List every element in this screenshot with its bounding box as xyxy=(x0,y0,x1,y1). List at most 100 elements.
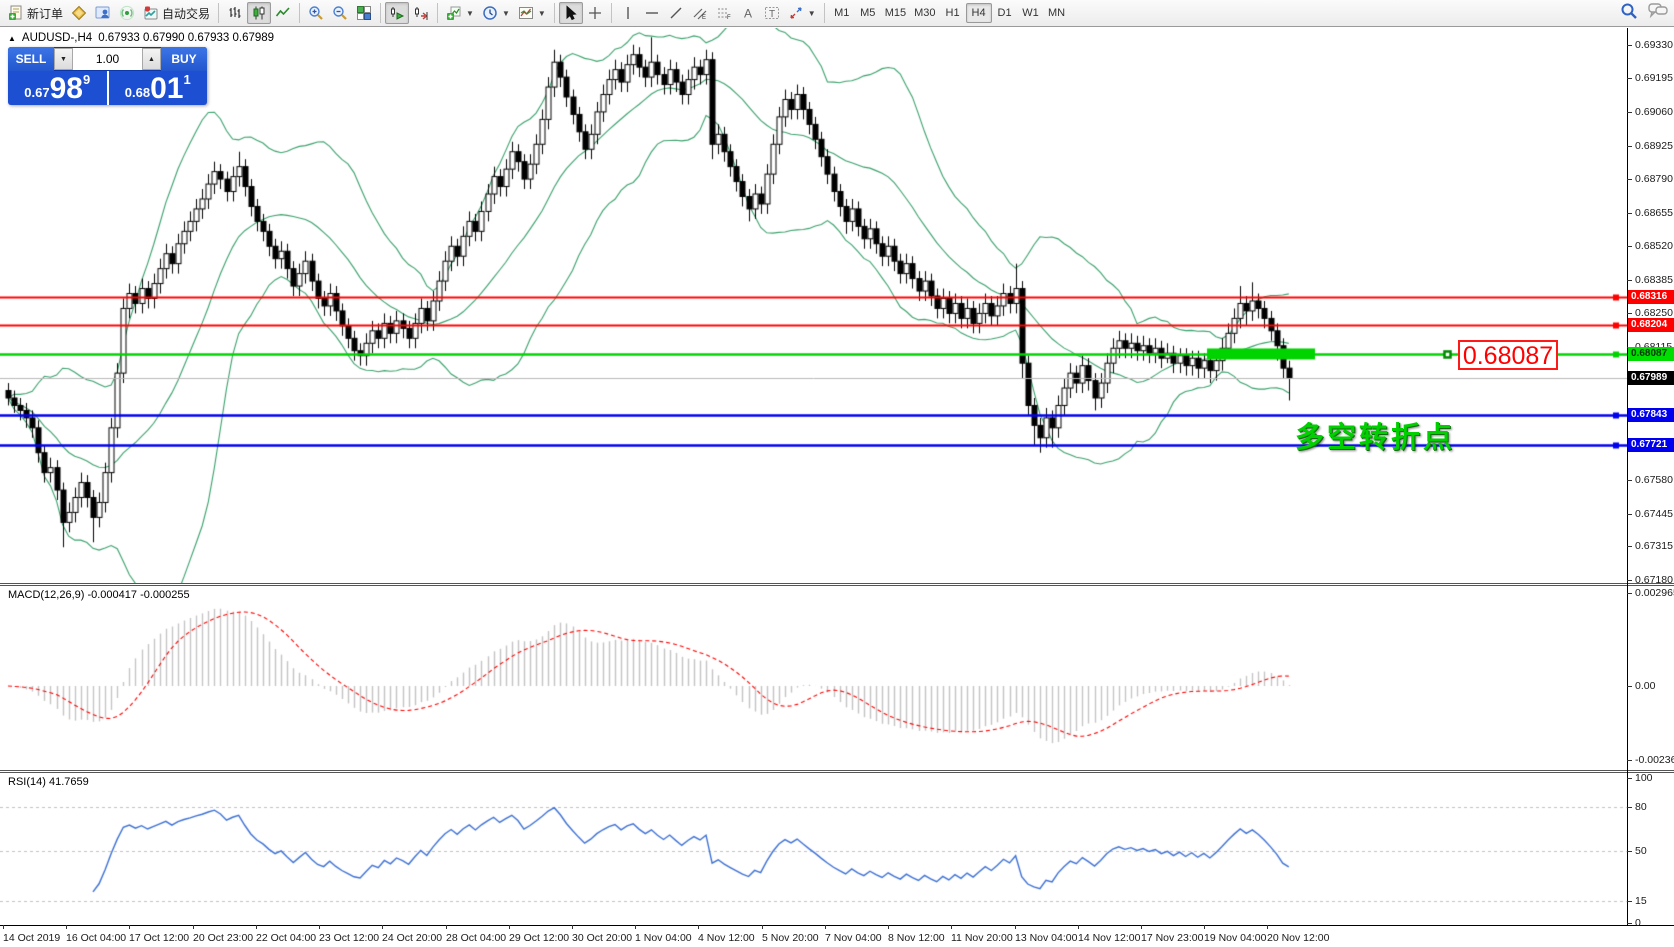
crosshair-button[interactable] xyxy=(583,2,607,24)
time-axis-tick xyxy=(382,925,383,929)
profiles-button[interactable] xyxy=(91,2,115,24)
candlestick-chart-icon xyxy=(251,5,267,21)
price-tick-label: 0.68655 xyxy=(1635,207,1673,219)
rsi-tick xyxy=(1627,923,1632,924)
price-tag: 0.68087 xyxy=(1628,347,1674,361)
timeframe-h1-button[interactable]: H1 xyxy=(940,3,966,23)
rsi-indicator-pane[interactable] xyxy=(0,772,1627,925)
timeframe-w1-button[interactable]: W1 xyxy=(1018,3,1044,23)
turning-point-annotation[interactable]: 多空转折点 xyxy=(1295,414,1455,456)
vertical-line-button[interactable] xyxy=(616,2,640,24)
zoom-out-icon xyxy=(332,5,348,21)
sell-button[interactable]: SELL xyxy=(8,47,54,71)
text-label-button[interactable]: T xyxy=(760,2,784,24)
dropdown-caret-icon: ▼ xyxy=(808,9,816,18)
autotrading-button[interactable]: 自动交易 xyxy=(139,2,214,24)
pane-divider[interactable] xyxy=(0,770,1674,773)
time-axis-tick xyxy=(951,925,952,929)
zoom-in-button[interactable] xyxy=(304,2,328,24)
sell-price-big: 98 xyxy=(50,75,83,103)
price-tick xyxy=(1627,546,1632,547)
text-label-icon: T xyxy=(764,5,780,21)
templates-button[interactable]: ▼ xyxy=(514,2,550,24)
trendline-button[interactable] xyxy=(664,2,688,24)
time-axis-label: 30 Oct 20:00 xyxy=(572,932,632,944)
volume-increase-button[interactable]: ▲ xyxy=(142,48,161,70)
volume-decrease-button[interactable]: ▼ xyxy=(54,48,73,70)
metaeditor-button[interactable] xyxy=(67,2,91,24)
dropdown-caret-icon: ▼ xyxy=(502,9,510,18)
new-order-label: 新订单 xyxy=(27,5,63,22)
macd-tick-label: -0.002363 xyxy=(1635,754,1674,766)
timeframe-m15-button[interactable]: M15 xyxy=(881,3,910,23)
time-axis-label: 22 Oct 04:00 xyxy=(256,932,316,944)
time-axis-tick xyxy=(509,925,510,929)
price-tag: 0.68316 xyxy=(1628,290,1674,304)
timeframe-mn-button[interactable]: MN xyxy=(1044,3,1070,23)
text-button[interactable]: A xyxy=(736,2,760,24)
time-axis-label: 13 Nov 04:00 xyxy=(1015,932,1077,944)
timeframe-m30-button[interactable]: M30 xyxy=(910,3,939,23)
crosshair-icon xyxy=(587,5,603,21)
line-chart-button[interactable] xyxy=(271,2,295,24)
arrows-button[interactable]: ▼ xyxy=(784,2,820,24)
volume-value[interactable]: 1.00 xyxy=(73,48,142,70)
signals-button[interactable] xyxy=(115,2,139,24)
zoom-out-button[interactable] xyxy=(328,2,352,24)
buy-price[interactable]: 0.68011 xyxy=(109,71,208,105)
macd-tick xyxy=(1627,686,1632,687)
macd-tick-label: 0.002965 xyxy=(1635,587,1674,599)
price-callout-box[interactable]: 0.68087 xyxy=(1458,340,1558,370)
sell-price[interactable]: 0.67989 xyxy=(8,71,107,105)
templates-icon xyxy=(518,5,534,21)
pane-divider[interactable] xyxy=(0,583,1674,586)
chat-icon[interactable] xyxy=(1648,2,1668,20)
horizontal-line-icon xyxy=(644,5,660,21)
chart-window: 0.693300.691950.690600.689250.687900.686… xyxy=(0,28,1674,947)
search-icon[interactable] xyxy=(1620,2,1638,20)
dropdown-caret-icon: ▼ xyxy=(538,9,546,18)
buy-button[interactable]: BUY xyxy=(161,47,207,71)
timeframe-m1-button[interactable]: M1 xyxy=(829,3,855,23)
symbol-label: ▲ AUDUSD-,H4 0.67933 0.67990 0.67933 0.6… xyxy=(8,32,274,44)
timeframe-d1-button[interactable]: D1 xyxy=(992,3,1018,23)
price-tick-label: 0.67445 xyxy=(1635,508,1673,520)
time-axis-label: 17 Nov 23:00 xyxy=(1141,932,1203,944)
toolbar-separator xyxy=(437,3,438,23)
time-axis-tick xyxy=(1015,925,1016,929)
collapse-triangle-icon[interactable]: ▲ xyxy=(8,34,16,43)
indicators-button[interactable]: ▼ xyxy=(442,2,478,24)
time-axis-tick xyxy=(446,925,447,929)
price-tick-label: 0.67180 xyxy=(1635,574,1673,586)
cursor-button[interactable] xyxy=(559,2,583,24)
timeframe-h4-button[interactable]: H4 xyxy=(966,3,992,23)
time-axis-label: 28 Oct 04:00 xyxy=(446,932,506,944)
macd-tick xyxy=(1627,760,1632,761)
time-axis-label: 23 Oct 12:00 xyxy=(319,932,379,944)
chart-shift-button[interactable] xyxy=(409,2,433,24)
rsi-tick-label: 100 xyxy=(1635,772,1653,784)
channel-button[interactable]: E xyxy=(688,2,712,24)
macd-tick xyxy=(1627,593,1632,594)
rsi-tick-label: 80 xyxy=(1635,801,1647,813)
main-price-chart[interactable] xyxy=(0,28,1627,583)
periods-button[interactable]: ▼ xyxy=(478,2,514,24)
macd-indicator-pane[interactable] xyxy=(0,585,1627,770)
new-order-button[interactable]: 新订单 xyxy=(4,2,67,24)
cursor-icon xyxy=(563,5,579,21)
toolbar-separator xyxy=(611,3,612,23)
timeframe-m5-button[interactable]: M5 xyxy=(855,3,881,23)
bar-chart-button[interactable] xyxy=(223,2,247,24)
candlestick-chart-button[interactable] xyxy=(247,2,271,24)
price-tick-label: 0.67580 xyxy=(1635,474,1673,486)
price-tick xyxy=(1627,280,1632,281)
new-order-icon xyxy=(8,5,24,21)
auto-scroll-button[interactable] xyxy=(385,2,409,24)
horizontal-line-button[interactable] xyxy=(640,2,664,24)
fibonacci-button[interactable]: F xyxy=(712,2,736,24)
rsi-tick xyxy=(1627,851,1632,852)
price-tick xyxy=(1627,313,1632,314)
tile-windows-button[interactable] xyxy=(352,2,376,24)
time-axis-label: 20 Nov 12:00 xyxy=(1267,932,1329,944)
time-axis-tick xyxy=(66,925,67,929)
